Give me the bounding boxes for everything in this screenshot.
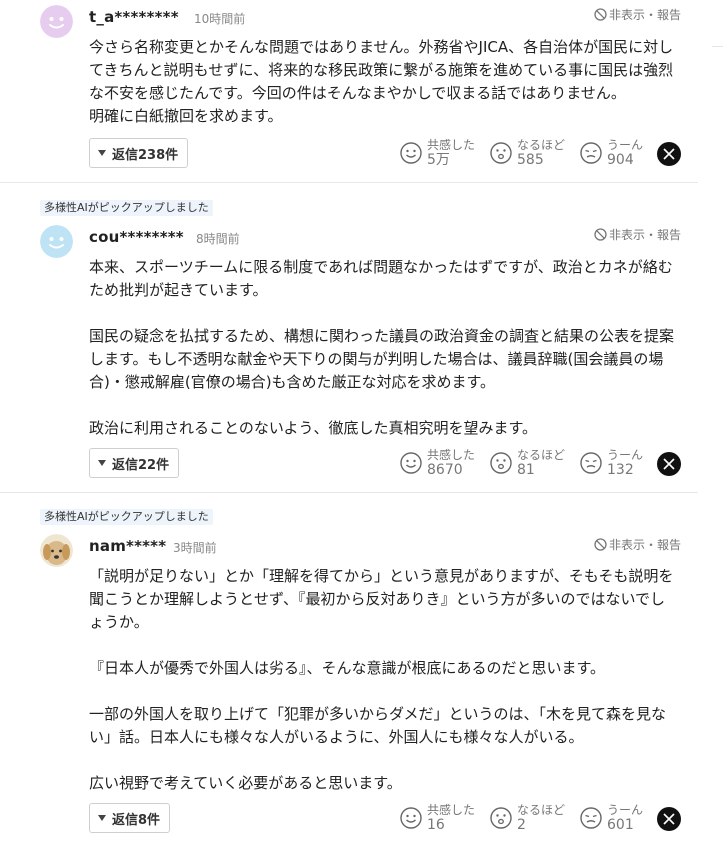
reply-label: 返信238件: [112, 147, 179, 163]
reply-label: 返信22件: [112, 457, 170, 473]
chevron-down-icon: [98, 150, 106, 156]
hmm-face-icon: [580, 452, 602, 474]
naruhodo-button[interactable]: なるほど 81: [490, 448, 565, 478]
smile-face-icon: [400, 452, 422, 474]
chevron-down-icon: [98, 460, 106, 466]
reaction-count: 601: [607, 817, 634, 833]
ban-icon: [594, 228, 607, 241]
x-share-button[interactable]: [657, 452, 681, 476]
timestamp: 10時間前: [194, 12, 246, 26]
reaction-label: 共感した: [427, 803, 476, 817]
reaction-count: 8670: [427, 462, 463, 478]
comment-body: 本来、スポーツチームに限る制度であれば問題なかったはずですが、政治とカネが絡む …: [89, 258, 675, 437]
reaction-count: 16: [427, 817, 445, 833]
hmm-button[interactable]: うーん 904: [580, 138, 643, 168]
timestamp: 8時間前: [196, 232, 240, 246]
comment-body: 今さら名称変更とかそんな問題ではありません。外務省やJICA、各自治体が国民に対…: [89, 38, 674, 125]
hmm-button[interactable]: うーん 132: [580, 448, 643, 478]
thumbs-face-icon: [490, 142, 512, 164]
reaction-count: 5万: [427, 152, 450, 168]
hide-report-link[interactable]: 非表示・報告: [594, 536, 681, 553]
reaction-label: なるほど: [517, 803, 566, 817]
naruhodo-button[interactable]: なるほど 585: [490, 138, 565, 168]
smile-face-icon: [400, 807, 422, 829]
thumbs-face-icon: [490, 807, 512, 829]
username[interactable]: t_a********: [89, 8, 179, 26]
hide-report-link[interactable]: 非表示・報告: [594, 226, 681, 243]
hide-report-link[interactable]: 非表示・報告: [594, 6, 681, 23]
reaction-label: うーん: [607, 138, 644, 152]
reaction-label: 共感した: [427, 138, 476, 152]
reaction-label: 共感した: [427, 448, 476, 462]
empathy-button[interactable]: 共感した 8670: [400, 448, 475, 478]
ban-icon: [594, 8, 607, 21]
divider: [712, 46, 723, 47]
x-share-button[interactable]: [657, 142, 681, 166]
username[interactable]: nam*****: [89, 537, 166, 555]
reply-toggle-button[interactable]: 返信8件: [89, 803, 171, 833]
reaction-label: うーん: [607, 803, 644, 817]
ban-icon: [594, 538, 607, 551]
reaction-count: 2: [517, 817, 526, 833]
avatar[interactable]: [40, 225, 73, 258]
reaction-label: なるほど: [517, 448, 566, 462]
comment-feed: t_a******** 10時間前 非表示・報告 今さら名称変更とかそんな問題で…: [0, 0, 698, 852]
report-label: 非表示・報告: [608, 8, 681, 22]
report-label: 非表示・報告: [608, 228, 681, 242]
reply-label: 返信8件: [112, 812, 161, 828]
hmm-face-icon: [580, 807, 602, 829]
comment-item: 多様性AIがピックアップしました cou******** 8時間前 非表示・報告…: [0, 183, 698, 493]
hmm-face-icon: [580, 142, 602, 164]
thumbs-face-icon: [490, 452, 512, 474]
chevron-down-icon: [98, 815, 106, 821]
empathy-button[interactable]: 共感した 16: [400, 803, 475, 833]
smile-face-icon: [400, 142, 422, 164]
empathy-button[interactable]: 共感した 5万: [400, 138, 475, 168]
avatar[interactable]: [40, 5, 73, 38]
reaction-label: うーん: [607, 448, 644, 462]
reaction-count: 904: [607, 152, 634, 168]
naruhodo-button[interactable]: なるほど 2: [490, 803, 565, 833]
x-logo-icon: [663, 148, 675, 160]
reply-toggle-button[interactable]: 返信238件: [89, 138, 189, 168]
avatar[interactable]: [40, 534, 73, 567]
right-column-edge: [698, 0, 723, 852]
reaction-count: 132: [607, 462, 634, 478]
ai-pick-badge: 多様性AIがピックアップしました: [40, 509, 213, 525]
x-share-button[interactable]: [657, 807, 681, 831]
hmm-button[interactable]: うーん 601: [580, 803, 643, 833]
report-label: 非表示・報告: [608, 538, 681, 552]
reaction-count: 81: [517, 462, 535, 478]
reply-toggle-button[interactable]: 返信22件: [89, 448, 180, 478]
ai-pick-badge: 多様性AIがピックアップしました: [40, 200, 213, 216]
reaction-count: 585: [517, 152, 544, 168]
x-logo-icon: [663, 458, 675, 470]
comment-body: 「説明が足りない」とか「理解を得てから」という意見がありますが、そもそも説明を …: [89, 567, 674, 792]
reaction-label: なるほど: [517, 138, 566, 152]
comment-item: 多様性AIがピックアップしました nam***** 3時間前 非表示・報告 「説…: [0, 493, 698, 852]
x-logo-icon: [663, 813, 675, 825]
username[interactable]: cou********: [89, 228, 184, 246]
comment-item: t_a******** 10時間前 非表示・報告 今さら名称変更とかそんな問題で…: [0, 0, 698, 183]
timestamp: 3時間前: [173, 541, 217, 555]
